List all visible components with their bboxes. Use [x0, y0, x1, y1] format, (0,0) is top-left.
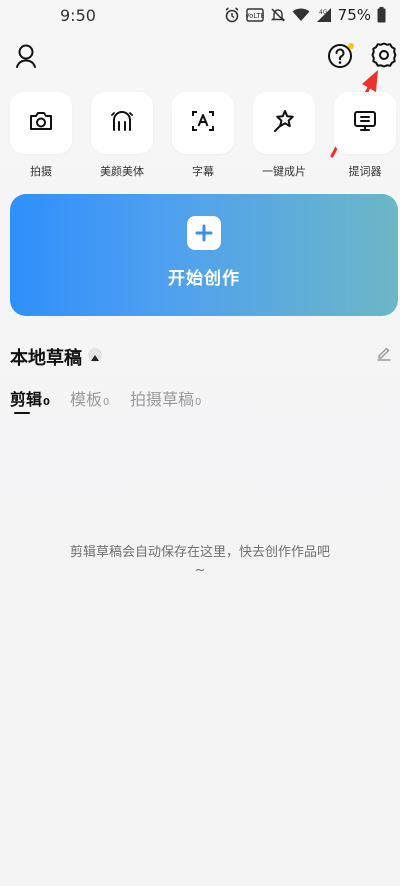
empty-state: 剪辑草稿会自动保存在这里，快去创作作品吧 ~: [0, 544, 400, 580]
beauty-icon: [109, 109, 135, 137]
tool-label: 拍摄: [30, 165, 52, 178]
empty-state-tail: ~: [194, 563, 206, 578]
mute-icon: [270, 7, 286, 23]
caret-up-icon: [91, 346, 99, 365]
status-icons: VoLTE 4G 75%: [224, 6, 386, 24]
tab-label: 模板: [70, 390, 103, 409]
wifi-icon: [292, 8, 310, 22]
tab-label: 拍摄草稿: [130, 390, 195, 409]
tab-edit[interactable]: 剪辑0: [10, 386, 50, 410]
start-creating-label: 开始创作: [168, 268, 240, 289]
plus-icon: [187, 215, 221, 250]
collapse-toggle[interactable]: [88, 348, 102, 362]
battery-icon: [377, 7, 386, 23]
volte-icon: VoLTE: [246, 8, 264, 22]
empty-state-message: 剪辑草稿会自动保存在这里，快去创作作品吧: [69, 545, 330, 560]
tool-label: 美颜美体: [100, 165, 144, 178]
tool-label: 提词器: [348, 165, 382, 178]
edit-drafts-button[interactable]: [374, 345, 394, 365]
quick-tools: 拍摄 美颜美体 字幕 一键成片 提词器: [10, 92, 400, 182]
svg-text:4G: 4G: [319, 9, 328, 16]
tool-camera-tile: [10, 92, 72, 154]
status-time: 9:50: [60, 5, 96, 25]
camera-icon: [28, 109, 54, 137]
alarm-icon: [224, 7, 240, 23]
start-creating-button[interactable]: 开始创作: [10, 194, 398, 316]
tool-beauty[interactable]: 美颜美体: [91, 92, 153, 179]
tool-one-click-tile: [253, 92, 315, 154]
4g-signal-icon: 4G: [316, 7, 332, 23]
tool-camera[interactable]: 拍摄: [10, 92, 72, 179]
drafts-header: 本地草稿: [10, 344, 394, 370]
drafts-title: 本地草稿: [10, 348, 82, 369]
tool-caption[interactable]: 字幕: [172, 92, 234, 179]
tool-label: 一键成片: [262, 165, 306, 178]
profile-icon: [14, 43, 38, 73]
status-bar: 9:50 VoLTE 4G 75%: [0, 0, 400, 30]
app-screen: 9:50 VoLTE 4G 75% 拍摄 美颜美体 字幕 一键成片 提词器 开始…: [0, 0, 400, 886]
active-tab-indicator: [14, 412, 30, 414]
tab-count: 0: [103, 397, 110, 408]
tool-teleprompter-tile: [334, 92, 396, 154]
caption-icon: [190, 109, 216, 137]
svg-text:VoLTE: VoLTE: [246, 12, 264, 20]
magic-icon: [271, 108, 297, 138]
profile-button[interactable]: [10, 42, 42, 74]
drafts-tabs: 剪辑0 模板0 拍摄草稿0: [10, 386, 310, 416]
tab-label: 剪辑: [10, 390, 43, 409]
battery-percent: 75%: [337, 6, 371, 24]
tab-count: 0: [195, 397, 202, 408]
tab-template[interactable]: 模板0: [70, 386, 109, 410]
tool-label: 字幕: [192, 165, 214, 178]
teleprompter-icon: [352, 109, 378, 137]
tool-one-click[interactable]: 一键成片: [253, 92, 315, 179]
tool-caption-tile: [172, 92, 234, 154]
tab-count: 0: [43, 397, 50, 408]
tool-beauty-tile: [91, 92, 153, 154]
tool-teleprompter[interactable]: 提词器: [334, 92, 396, 179]
edit-icon: [376, 345, 392, 365]
notification-dot: [348, 43, 354, 49]
tab-shoot-drafts[interactable]: 拍摄草稿0: [130, 386, 201, 410]
